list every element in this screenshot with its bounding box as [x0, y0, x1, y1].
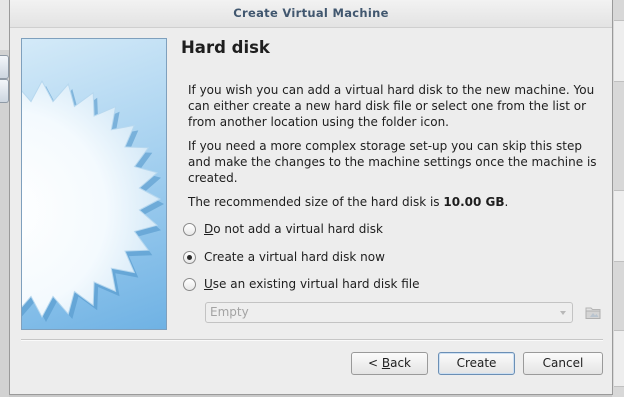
create-vm-dialog: Create Virtual Machine Hard disk If you …: [9, 0, 613, 395]
recommended-size-text: The recommended size of the hard disk is…: [188, 194, 600, 210]
background-button: [0, 79, 9, 103]
cancel-button[interactable]: Cancel: [523, 352, 603, 375]
title-bar[interactable]: Create Virtual Machine: [10, 0, 612, 28]
option-no-disk[interactable]: Do not add a virtual hard disk: [183, 220, 383, 238]
existing-disk-select-value: Empty: [210, 305, 249, 319]
create-button[interactable]: Create: [438, 352, 515, 375]
background-panel: [614, 20, 624, 82]
mnemonic-u: U: [204, 277, 213, 291]
radio-no-disk[interactable]: [183, 222, 196, 236]
option-create-disk-label: Create a virtual hard disk now: [204, 250, 385, 264]
intro-paragraph: If you wish you can add a virtual hard d…: [188, 83, 595, 129]
starburst-icon: [22, 79, 164, 322]
existing-disk-select[interactable]: Empty: [205, 302, 573, 323]
option-text: reate a virtual hard disk now: [212, 250, 385, 264]
choose-disk-file-button[interactable]: [584, 302, 602, 322]
option-text: o not add a virtual hard disk: [213, 222, 383, 236]
recommended-label: The recommended size of the hard disk is: [188, 195, 444, 209]
background-panel: [614, 190, 624, 262]
back-rest: ack: [390, 356, 411, 370]
wizard-banner-image: [21, 38, 167, 330]
option-create-disk[interactable]: Create a virtual hard disk now: [183, 248, 385, 266]
back-mnemonic: B: [381, 356, 391, 370]
back-button[interactable]: < Back: [351, 352, 428, 375]
back-prefix: <: [367, 356, 382, 370]
window-title: Create Virtual Machine: [233, 6, 389, 20]
mnemonic-d: D: [204, 222, 214, 236]
option-existing-disk-label: Use an existing virtual hard disk file: [204, 277, 420, 291]
background-button: [0, 55, 9, 79]
option-text: se an existing virtual hard disk file: [212, 277, 420, 291]
starburst-shape: [22, 79, 162, 319]
background-app-left-edge: [0, 0, 9, 397]
folder-icon: [585, 307, 601, 319]
recommended-suffix: .: [504, 195, 509, 209]
radio-create-disk[interactable]: [183, 250, 196, 264]
button-divider: [21, 339, 603, 341]
chevron-down-icon: [560, 311, 566, 315]
page-title: Hard disk: [181, 38, 270, 57]
radio-existing-disk[interactable]: [183, 277, 196, 291]
recommended-size-value: 10.00 GB: [443, 195, 505, 209]
background-app-right-edge: [612, 0, 624, 397]
option-existing-disk[interactable]: Use an existing virtual hard disk file: [183, 275, 420, 293]
option-no-disk-label: Do not add a virtual hard disk: [204, 222, 383, 236]
background-panel: [614, 330, 624, 387]
storage-paragraph: If you need a more complex storage set-u…: [188, 139, 597, 185]
